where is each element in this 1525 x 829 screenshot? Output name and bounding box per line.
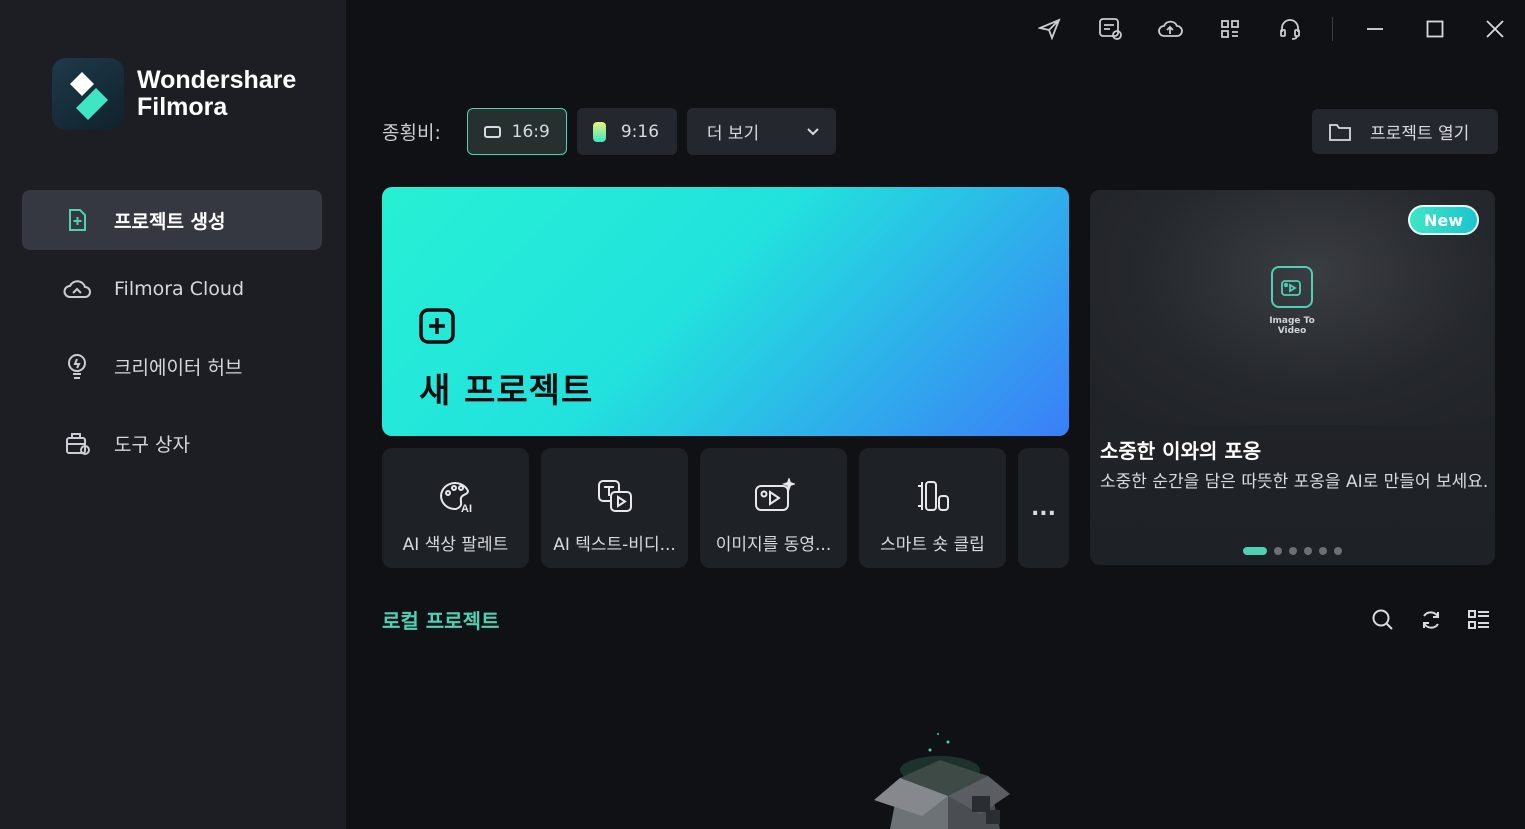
filmora-logo-icon xyxy=(52,58,124,130)
sidebar-item-label: 도구 상자 xyxy=(114,433,190,456)
sidebar-item-create-project[interactable]: 프로젝트 생성 xyxy=(22,190,322,250)
image-to-video-icon xyxy=(753,478,795,514)
plus-square-icon xyxy=(419,308,455,348)
sidebar-item-label: 프로젝트 생성 xyxy=(114,210,226,233)
promo-title: 소중한 이와의 포옹 xyxy=(1100,439,1262,463)
maximize-icon[interactable] xyxy=(1405,8,1465,50)
tool-label: AI 텍스트-비디... xyxy=(553,535,676,555)
search-icon[interactable] xyxy=(1365,603,1401,637)
brand-line1: Wondershare xyxy=(137,66,297,94)
empty-box-illustration xyxy=(860,730,1020,829)
headset-icon[interactable] xyxy=(1260,8,1320,50)
brand-line2: Filmora xyxy=(137,93,228,121)
send-icon[interactable] xyxy=(1020,8,1080,50)
image-to-video-icon xyxy=(1271,266,1313,308)
carousel-dot[interactable] xyxy=(1243,547,1267,555)
ratio-label: 9:16 xyxy=(620,121,660,142)
aspect-ratio-bar: 종횡비: 16:9 9:16 더 보기 xyxy=(382,108,846,155)
new-project-title: 새 프로젝트 xyxy=(419,371,594,411)
sidebar-item-creator-hub[interactable]: 크리에이터 허브 xyxy=(22,336,322,396)
image-to-video-feature: Image To Video xyxy=(1255,266,1329,336)
apps-grid-icon[interactable] xyxy=(1200,8,1260,50)
ratio-16-9-button[interactable]: 16:9 xyxy=(466,108,567,155)
tool-ai-text-to-video[interactable]: AI 텍스트-비디... xyxy=(541,448,688,568)
carousel-dots xyxy=(1243,547,1349,555)
folder-icon xyxy=(1328,122,1352,142)
more-tools-button[interactable]: ... xyxy=(1018,448,1069,568)
feature-caption: Image To Video xyxy=(1269,316,1315,336)
tool-image-to-video[interactable]: 이미지를 동영... xyxy=(700,448,847,568)
carousel-dot[interactable] xyxy=(1319,547,1327,555)
quick-tools: AI AI 색상 팔레트 AI 텍스트-비디... 이미지를 동영... 스마트… xyxy=(382,448,1069,568)
smart-short-clip-icon xyxy=(914,478,952,514)
ai-palette-icon: AI xyxy=(436,478,476,514)
chevron-down-icon xyxy=(806,122,820,142)
portrait-icon xyxy=(592,121,606,142)
carousel-dot[interactable] xyxy=(1289,547,1297,555)
title-bar xyxy=(1020,8,1525,50)
minimize-icon[interactable] xyxy=(1345,8,1405,50)
local-projects-title: 로컬 프로젝트 xyxy=(382,609,500,633)
list-view-icon[interactable] xyxy=(1461,603,1497,637)
open-project-button[interactable]: 프로젝트 열기 xyxy=(1312,109,1498,154)
more-dots-icon: ... xyxy=(1030,495,1057,521)
svg-text:AI: AI xyxy=(461,503,472,513)
promo-description: 소중한 순간을 담은 따뜻한 포옹을 AI로 만들어 보세요. xyxy=(1100,472,1489,492)
ratio-label: 16:9 xyxy=(511,121,550,142)
carousel-dot[interactable] xyxy=(1274,547,1282,555)
ratio-9-16-button[interactable]: 9:16 xyxy=(576,108,677,155)
titlebar-separator xyxy=(1332,17,1333,41)
sidebar-nav: 프로젝트 생성 Filmora Cloud 크리에이터 허브 도구 상자 xyxy=(22,190,322,490)
toolbox-icon xyxy=(62,428,92,458)
open-project-label: 프로젝트 열기 xyxy=(1370,124,1470,144)
tool-smart-short-clip[interactable]: 스마트 숏 클립 xyxy=(859,448,1006,568)
sidebar: Wondershare Filmora 프로젝트 생성 Filmora Clou… xyxy=(0,0,346,829)
aspect-ratio-label: 종횡비: xyxy=(382,122,441,144)
sidebar-item-label: Filmora Cloud xyxy=(114,278,245,300)
feedback-icon[interactable] xyxy=(1080,8,1140,50)
new-project-card[interactable]: 새 프로젝트 xyxy=(382,187,1069,436)
cloud-icon xyxy=(62,274,92,304)
close-icon[interactable] xyxy=(1465,8,1525,50)
tool-label: AI 색상 팔레트 xyxy=(402,535,509,555)
carousel-dot[interactable] xyxy=(1334,547,1342,555)
bulb-icon xyxy=(62,351,92,381)
landscape-icon xyxy=(483,125,501,138)
more-ratios-dropdown[interactable]: 더 보기 xyxy=(686,108,836,155)
new-badge: New xyxy=(1407,205,1479,235)
sidebar-item-toolbox[interactable]: 도구 상자 xyxy=(22,413,322,473)
text-to-video-icon xyxy=(596,478,634,514)
local-projects-actions xyxy=(1365,603,1509,637)
tool-ai-color-palette[interactable]: AI AI 색상 팔레트 xyxy=(382,448,529,568)
refresh-icon[interactable] xyxy=(1413,603,1449,637)
more-label: 더 보기 xyxy=(706,124,760,144)
cloud-upload-icon[interactable] xyxy=(1140,8,1200,50)
tool-label: 이미지를 동영... xyxy=(715,535,832,555)
app-logo: Wondershare Filmora xyxy=(52,58,296,130)
sidebar-item-label: 크리에이터 허브 xyxy=(114,356,243,379)
new-project-icon xyxy=(62,205,92,235)
promo-banner[interactable]: New Image To Video 소중한 이와의 포옹 소중한 순간을 담은… xyxy=(1090,190,1495,565)
sidebar-item-cloud[interactable]: Filmora Cloud xyxy=(22,259,322,319)
tool-label: 스마트 숏 클립 xyxy=(880,535,985,555)
carousel-dot[interactable] xyxy=(1304,547,1312,555)
